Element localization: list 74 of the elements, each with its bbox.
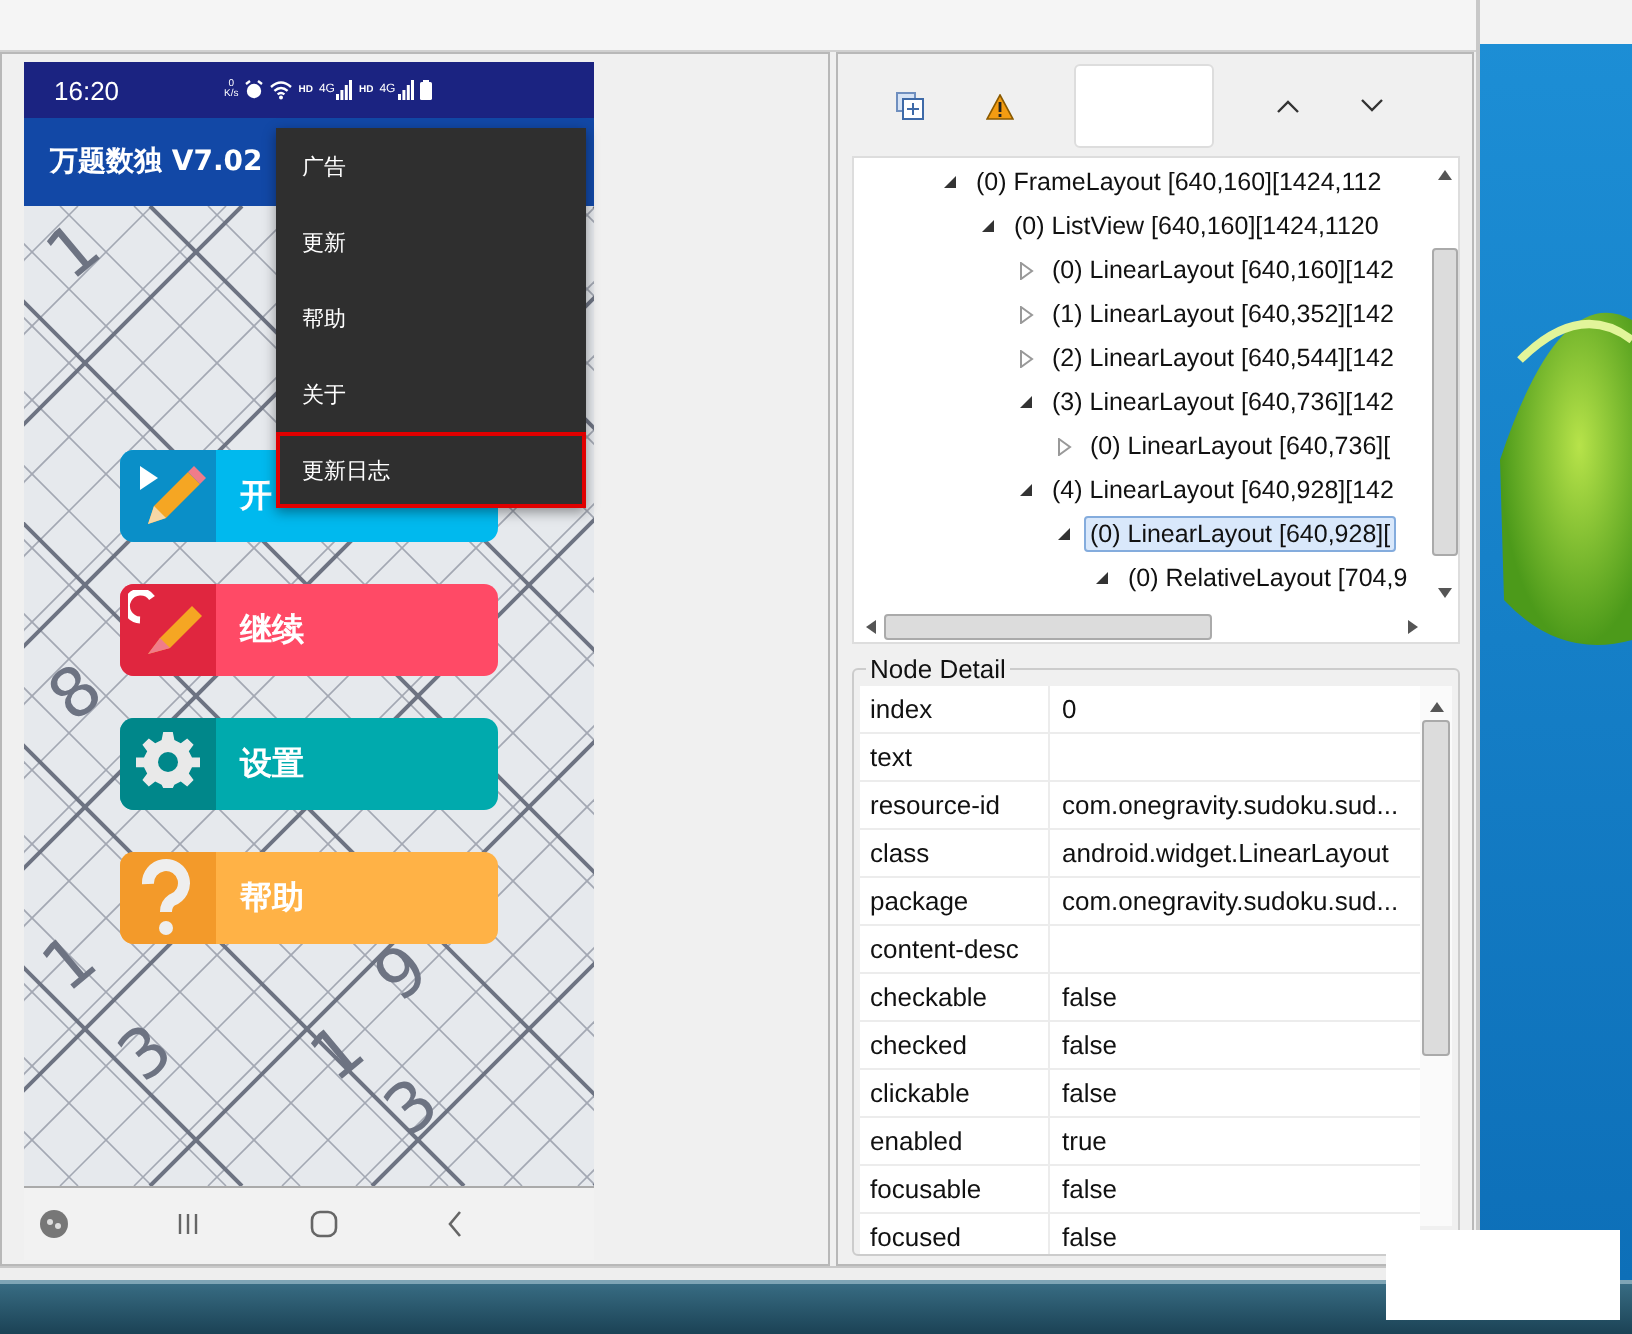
scroll-up-arrow-icon[interactable] <box>1429 702 1443 713</box>
home-icon[interactable] <box>309 1210 338 1239</box>
chevron-up-icon[interactable] <box>1275 98 1299 115</box>
chevron-down-icon[interactable] <box>1360 98 1384 115</box>
property-value: 0 <box>1060 692 1079 729</box>
menu-item[interactable]: 广告 <box>276 128 586 205</box>
property-name: enabled <box>860 1118 1050 1165</box>
property-value: android.widget.LinearLayout <box>1060 836 1391 873</box>
expanded-arrow-icon[interactable] <box>1018 482 1034 499</box>
back-icon[interactable] <box>445 1210 466 1239</box>
collapsed-arrow-icon[interactable] <box>1018 261 1034 280</box>
signal-icon <box>397 80 414 101</box>
tree-node[interactable]: (2) LinearLayout [640,544][142 <box>1046 340 1400 377</box>
expanded-arrow-icon[interactable] <box>1056 526 1072 543</box>
menu-item[interactable]: 关于 <box>276 356 586 433</box>
property-name: class <box>860 830 1050 877</box>
alarm-icon <box>244 80 265 101</box>
menu-item[interactable]: 帮助 <box>276 280 586 357</box>
property-name: checkable <box>860 974 1050 1021</box>
tree-node[interactable]: (0) LinearLayout [640,736][ <box>1084 428 1397 465</box>
tree-node[interactable]: (1) LinearLayout [640,352][142 <box>1046 296 1400 333</box>
property-name: content-desc <box>860 926 1050 973</box>
property-value: false <box>1060 980 1119 1017</box>
scroll-left-arrow-icon[interactable] <box>866 619 876 634</box>
grid-digit: 8 <box>33 649 119 739</box>
grid-digit: 1 <box>31 207 117 297</box>
tree-node[interactable]: (4) LinearLayout [640,928][142 <box>1046 472 1400 509</box>
property-name: resource-id <box>860 782 1050 829</box>
property-name: focused <box>860 1214 1050 1255</box>
menu-item[interactable]: 更新 <box>276 204 586 281</box>
grid-digit: 1 <box>27 919 113 1009</box>
scroll-right-arrow-icon[interactable] <box>1408 619 1418 634</box>
app-title: 万题数独 V7.02 <box>50 144 263 181</box>
tree-node[interactable]: (0) LinearLayout [640,928][ <box>1084 516 1397 553</box>
tree-node[interactable]: (0) LinearLayout [640,160][142 <box>1046 252 1400 289</box>
property-value: false <box>1060 1172 1119 1209</box>
expanded-arrow-icon[interactable] <box>980 218 996 235</box>
battery-icon <box>419 80 432 101</box>
grid-digit: 3 <box>369 1063 455 1153</box>
scroll-down-arrow-icon[interactable] <box>1437 588 1451 599</box>
apps-icon[interactable] <box>40 1210 68 1239</box>
grid-digit: 3 <box>103 1009 189 1099</box>
tree-node[interactable]: (0) FrameLayout [640,160][1424,112 <box>970 164 1388 201</box>
property-value: com.onegravity.sudoku.sud... <box>1060 788 1401 825</box>
wifi-icon <box>270 80 293 101</box>
expanded-arrow-icon[interactable] <box>942 174 958 191</box>
tree-node[interactable]: (0) ListView [640,160][1424,1120 <box>1008 208 1385 245</box>
tree-node[interactable]: (3) LinearLayout [640,736][142 <box>1046 384 1400 421</box>
tree-node[interactable]: (0) RelativeLayout [704,9 <box>1122 560 1414 597</box>
group-title: Node Detail <box>866 654 1010 685</box>
status-time: 16:20 <box>54 75 122 106</box>
property-value: true <box>1060 1124 1109 1161</box>
collapsed-arrow-icon[interactable] <box>1018 349 1034 368</box>
property-name: checked <box>860 1022 1050 1069</box>
expanded-arrow-icon[interactable] <box>1018 394 1034 411</box>
vertical-scrollbar[interactable] <box>1420 686 1452 1227</box>
property-name: text <box>860 734 1050 781</box>
collapsed-arrow-icon[interactable] <box>1018 305 1034 324</box>
property-name: clickable <box>860 1070 1050 1117</box>
expanded-arrow-icon[interactable] <box>1094 570 1110 587</box>
signal-icon <box>336 80 353 101</box>
menu-item[interactable]: 更新日志 <box>276 432 586 509</box>
collapsed-arrow-icon[interactable] <box>1056 437 1072 456</box>
property-value: com.onegravity.sudoku.sud... <box>1060 884 1401 921</box>
property-name: package <box>860 878 1050 925</box>
property-value: false <box>1060 1220 1119 1255</box>
property-value: false <box>1060 1076 1119 1113</box>
scroll-up-arrow-icon[interactable] <box>1437 170 1451 181</box>
warning-icon[interactable] <box>985 93 1013 120</box>
recent-apps-icon[interactable] <box>176 1212 201 1237</box>
property-name: index <box>860 686 1050 733</box>
expand-all-icon[interactable] <box>896 92 924 121</box>
property-name: focusable <box>860 1166 1050 1213</box>
property-value: false <box>1060 1028 1119 1065</box>
